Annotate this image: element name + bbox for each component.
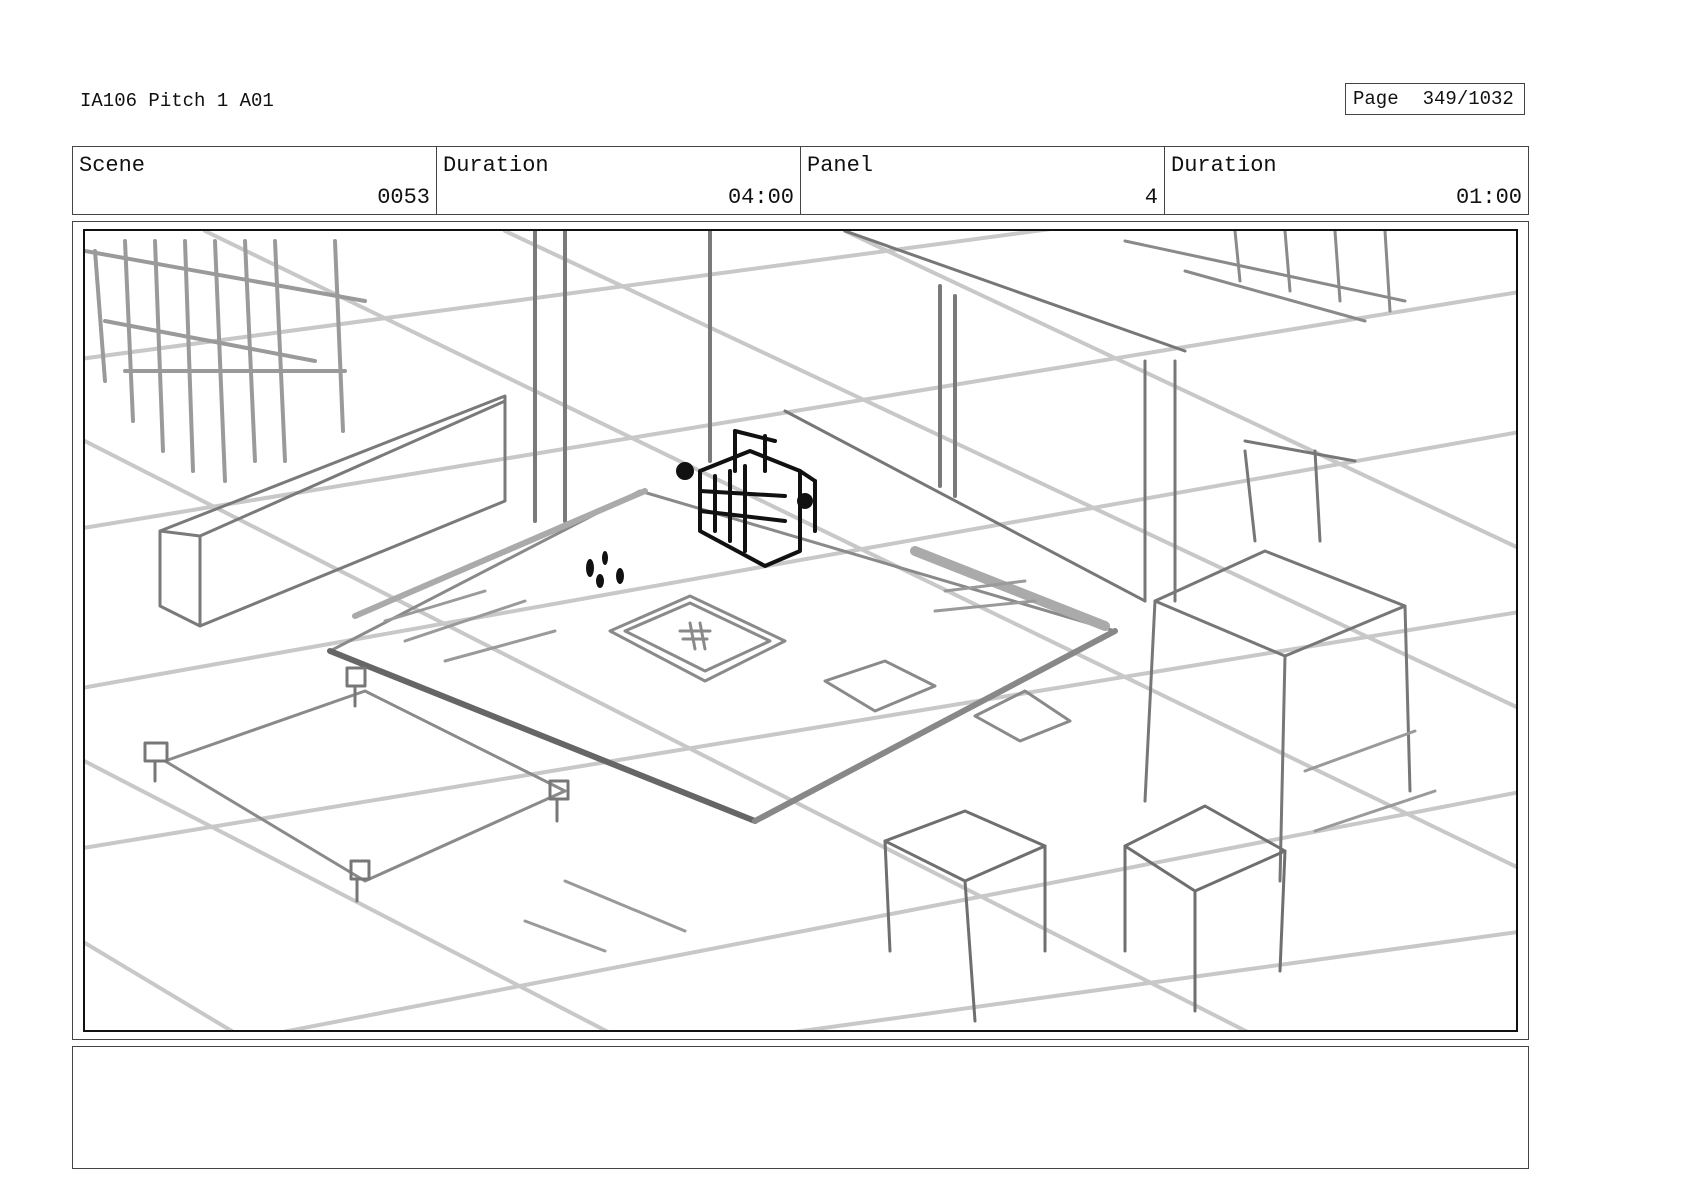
panel-cell: Panel 4 (801, 147, 1165, 214)
scene-value: 0053 (377, 185, 430, 210)
scene-duration-cell: Duration 04:00 (437, 147, 801, 214)
storyboard-panel (83, 229, 1518, 1032)
page-label: Page (1353, 88, 1399, 110)
panel-info-row: Scene 0053 Duration 04:00 Panel 4 Durati… (72, 146, 1529, 215)
scene-cell: Scene 0053 (73, 147, 437, 214)
panel-value: 4 (1144, 185, 1158, 210)
storyboard-frame (72, 221, 1529, 1040)
storyboard-sketch (85, 231, 1516, 1030)
scene-label: Scene (79, 153, 146, 178)
panel-label: Panel (807, 153, 874, 178)
notes-area (72, 1046, 1529, 1169)
document-title: IA106 Pitch 1 A01 (80, 90, 274, 112)
page-indicator: Page 349/1032 (1345, 83, 1525, 115)
panel-duration-value: 01:00 (1455, 185, 1522, 210)
panel-duration-label: Duration (1171, 153, 1277, 178)
page-number: 349/1032 (1422, 88, 1514, 110)
panel-duration-cell: Duration 01:00 (1165, 147, 1528, 214)
scene-duration-value: 04:00 (727, 185, 794, 210)
scene-duration-label: Duration (443, 153, 549, 178)
